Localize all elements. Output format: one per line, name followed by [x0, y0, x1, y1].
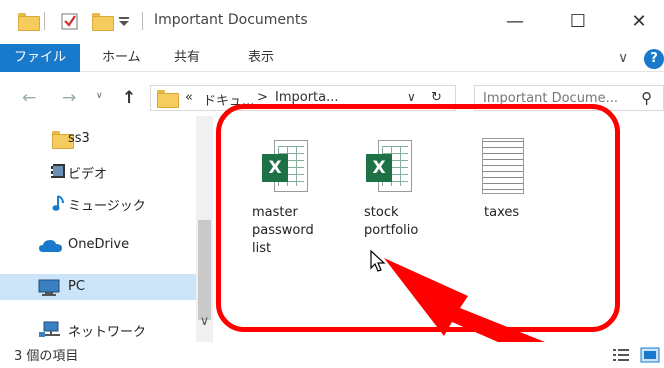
computer-icon	[38, 279, 60, 296]
sidebar-item-onedrive[interactable]: OneDrive	[0, 232, 196, 258]
folder-icon	[18, 13, 40, 31]
title-bar: Important Documents — ☐ ✕	[0, 0, 664, 44]
minimize-button[interactable]: —	[500, 8, 530, 36]
breadcrumb-separator: >	[257, 90, 268, 105]
sidebar-item-label: ビデオ	[68, 167, 108, 182]
music-icon	[52, 195, 64, 211]
sidebar-item-label: ss3	[68, 131, 90, 146]
cloud-icon	[39, 240, 62, 252]
sidebar-item-pc[interactable]: PC	[0, 274, 196, 300]
breadcrumb-current[interactable]: Importa...	[275, 90, 339, 105]
sidebar-item-music[interactable]: ミュージック	[0, 190, 196, 216]
details-view-icon[interactable]	[612, 348, 630, 362]
window-title: Important Documents	[154, 12, 308, 28]
forward-button[interactable]: →	[62, 88, 76, 108]
video-icon	[51, 164, 65, 178]
help-button[interactable]: ?	[644, 49, 664, 69]
tab-view[interactable]: 表示	[248, 44, 274, 72]
ribbon-tabs: ファイル ホーム 共有 表示	[0, 44, 664, 72]
properties-checkmark-icon[interactable]	[60, 11, 80, 31]
recent-dropdown-icon[interactable]: ∨	[96, 91, 103, 101]
sidebar-item-videos[interactable]: ビデオ	[0, 158, 196, 184]
close-button[interactable]: ✕	[624, 8, 654, 36]
navigation-pane: ss3 ビデオ ミュージック OneDrive PC ネットワーク	[0, 116, 218, 342]
sidebar-item-ss3[interactable]: ss3	[0, 126, 196, 152]
tab-file[interactable]: ファイル	[0, 44, 80, 72]
ribbon-expand-button[interactable]: ∨	[618, 50, 628, 66]
network-icon	[39, 321, 60, 337]
scrollbar-thumb[interactable]	[198, 220, 211, 320]
up-button[interactable]: ↑	[122, 88, 136, 108]
separator	[44, 12, 45, 30]
new-folder-icon[interactable]	[92, 13, 114, 31]
refresh-icon[interactable]: ↻	[431, 90, 442, 105]
sidebar-item-label: ミュージック	[68, 199, 146, 214]
customize-dropdown-icon[interactable]	[118, 16, 130, 28]
scroll-down-button[interactable]: ∨	[196, 314, 213, 334]
folder-icon	[52, 131, 74, 149]
breadcrumb-overflow[interactable]: «	[185, 90, 193, 105]
sidebar-item-network[interactable]: ネットワーク	[0, 316, 196, 342]
folder-icon	[157, 90, 179, 108]
address-dropdown-icon[interactable]: ∨	[407, 90, 416, 104]
item-count: 3 個の項目	[14, 349, 79, 364]
sidebar-item-label: ネットワーク	[68, 325, 147, 340]
large-icons-view-icon[interactable]	[640, 347, 660, 363]
tab-share[interactable]: 共有	[174, 44, 200, 72]
sidebar-scrollbar[interactable]: ∨	[196, 116, 213, 342]
sidebar-item-label: OneDrive	[68, 237, 130, 252]
search-icon[interactable]: ⚲	[641, 89, 652, 107]
status-bar: 3 個の項目	[0, 342, 664, 368]
sidebar-item-label: PC	[68, 279, 85, 294]
back-button[interactable]: ←	[22, 88, 36, 108]
maximize-button[interactable]: ☐	[563, 8, 593, 36]
separator	[142, 12, 143, 30]
tab-home[interactable]: ホーム	[102, 44, 141, 72]
